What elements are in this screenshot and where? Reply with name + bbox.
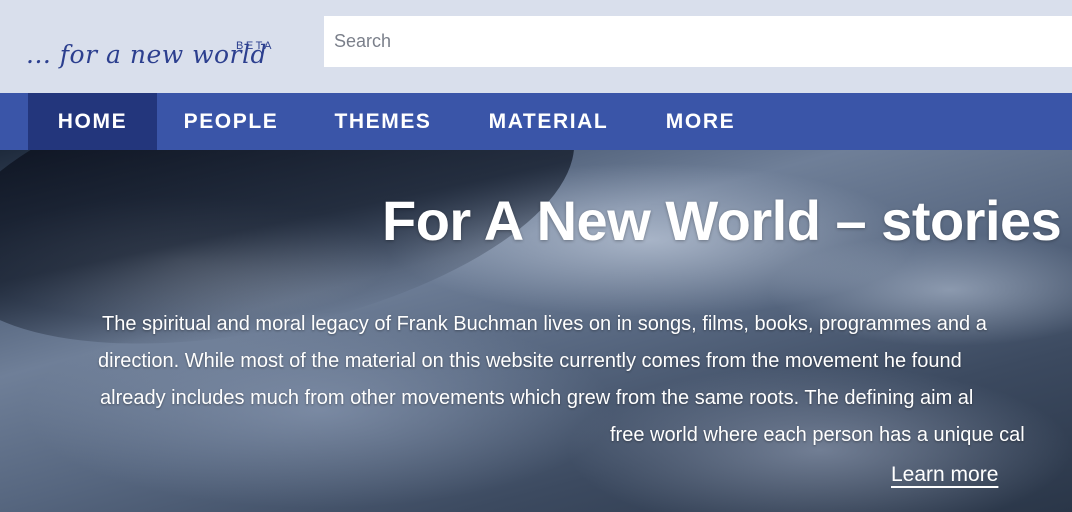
nav-item-material[interactable]: MATERIAL bbox=[461, 93, 636, 150]
nav-item-themes[interactable]: THEMES bbox=[305, 93, 461, 150]
nav-item-people[interactable]: PEOPLE bbox=[157, 93, 305, 150]
nav-item-home[interactable]: HOME bbox=[28, 93, 157, 150]
main-nav: HOME PEOPLE THEMES MATERIAL MORE bbox=[0, 93, 1072, 150]
hero-description-line: already includes much from other movemen… bbox=[100, 387, 974, 409]
learn-more-link[interactable]: Learn more bbox=[891, 463, 998, 487]
nav-item-more[interactable]: MORE bbox=[636, 93, 765, 150]
hero-description-line: free world where each person has a uniqu… bbox=[610, 424, 1025, 446]
beta-label: BETA bbox=[236, 40, 274, 52]
hero-banner: For A New World – stories The spiritual … bbox=[0, 150, 1072, 512]
hero-title: For A New World – stories bbox=[382, 189, 1062, 252]
site-logo[interactable]: ... for a new world bbox=[26, 40, 267, 69]
hero-description-line: direction. While most of the material on… bbox=[98, 350, 962, 372]
search-input[interactable] bbox=[324, 16, 1072, 67]
hero-description-line: The spiritual and moral legacy of Frank … bbox=[102, 313, 987, 335]
site-header: ... for a new world BETA bbox=[0, 0, 1072, 93]
